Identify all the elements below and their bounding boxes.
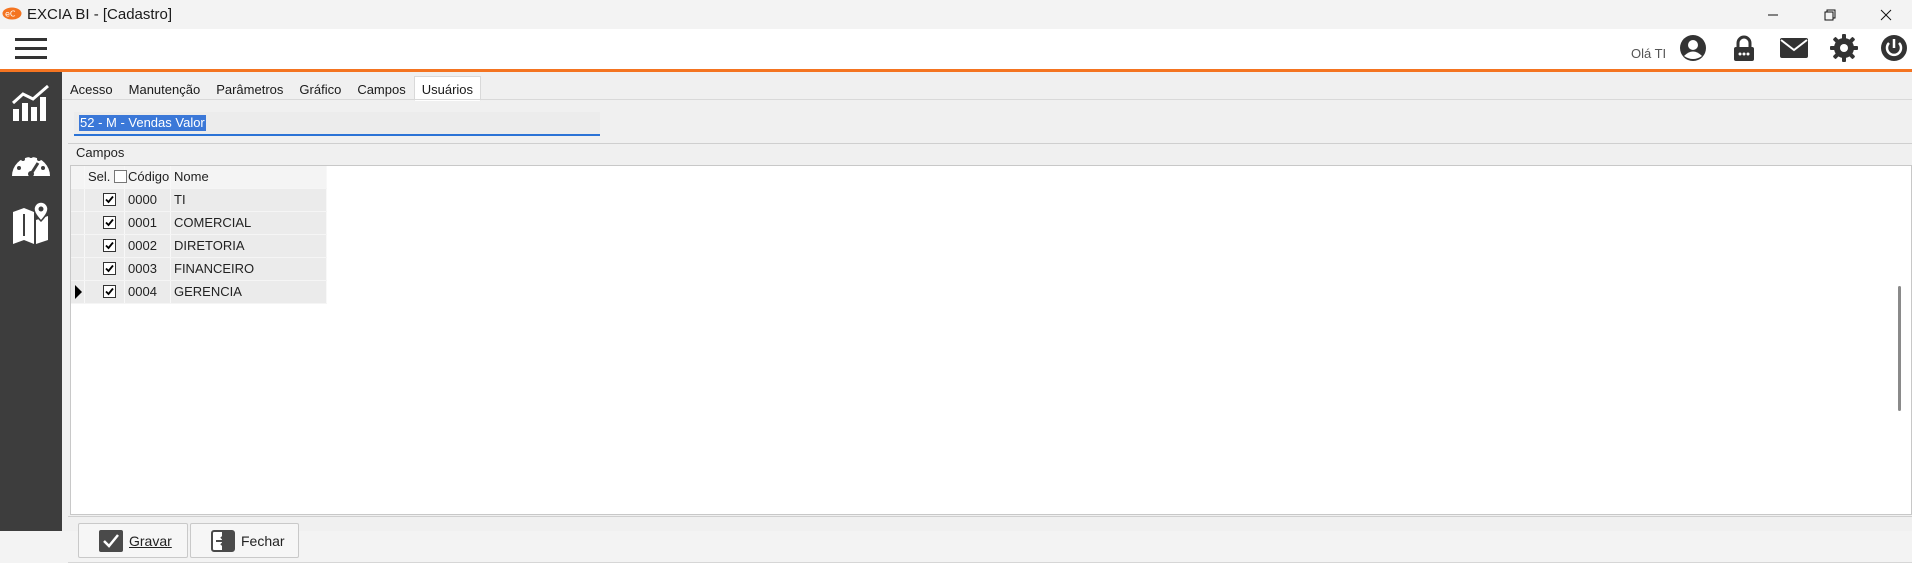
- row-indicator: [71, 235, 85, 257]
- checkmark-icon: [105, 195, 114, 204]
- hamburger-menu-icon[interactable]: [13, 35, 49, 63]
- window-titlebar: eC EXCIA BI - [Cadastro]: [0, 0, 1912, 29]
- row-select-cell: [85, 281, 125, 303]
- map-icon: [13, 201, 49, 244]
- table-row[interactable]: 0003 FINANCEIRO: [71, 258, 327, 281]
- row-code: 0001: [125, 212, 171, 234]
- table-row[interactable]: 0001 COMERCIAL: [71, 212, 327, 235]
- row-name: DIRETORIA: [171, 235, 327, 257]
- minimize-icon: [1768, 14, 1778, 15]
- tab-parametros[interactable]: Parâmetros: [208, 76, 291, 101]
- user-greeting: Olá TI: [1631, 46, 1667, 61]
- close-label: Fechar: [241, 532, 285, 549]
- main-panel: Acesso Manutenção Parâmetros Gráfico Cam…: [62, 72, 1912, 563]
- checkmark-icon: [105, 218, 114, 227]
- tab-acesso[interactable]: Acesso: [62, 76, 121, 101]
- section-label: Campos: [76, 145, 125, 160]
- power-icon: [1881, 35, 1907, 61]
- row-checkbox[interactable]: [103, 193, 116, 206]
- restore-icon: [1824, 9, 1836, 20]
- checkmark-icon: [105, 264, 114, 273]
- row-code: 0002: [125, 235, 171, 257]
- row-name: TI: [171, 189, 327, 211]
- users-grid: Sel. Código Nome 0000 TI 0001 COMERCIAL …: [71, 166, 327, 304]
- user-profile-button[interactable]: [1678, 33, 1708, 63]
- messages-button[interactable]: [1779, 33, 1809, 63]
- report-name-value: 52 - M - Vendas Valor: [79, 115, 206, 131]
- current-row-arrow-icon: [75, 285, 82, 299]
- close-button[interactable]: Fechar: [190, 523, 299, 558]
- tab-campos[interactable]: Campos: [349, 76, 413, 101]
- row-name: COMERCIAL: [171, 212, 327, 234]
- grid-header-indicator: [71, 166, 85, 188]
- row-code: 0000: [125, 189, 171, 211]
- lock-icon: [1734, 35, 1754, 61]
- column-header-sel: Sel.: [88, 169, 111, 184]
- save-label: Gravar: [129, 532, 172, 549]
- analytics-icon: [11, 84, 49, 121]
- mail-icon: [1780, 38, 1808, 58]
- window-title: EXCIA BI - [Cadastro]: [27, 6, 173, 23]
- gear-icon: [1830, 34, 1858, 62]
- minimize-button[interactable]: [1750, 0, 1796, 29]
- row-name: GERENCIA: [171, 281, 327, 303]
- checkmark-icon: [105, 241, 114, 250]
- table-row[interactable]: 0002 DIRETORIA: [71, 235, 327, 258]
- app-header: Olá TI: [0, 29, 1912, 72]
- row-checkbox[interactable]: [103, 239, 116, 252]
- dashboard-gauge-icon: [12, 154, 50, 177]
- row-indicator: [71, 258, 85, 280]
- row-indicator: [71, 189, 85, 211]
- tab-divider: [62, 99, 1912, 100]
- users-grid-panel: Sel. Código Nome 0000 TI 0001 COMERCIAL …: [70, 165, 1912, 515]
- user-icon: [1680, 35, 1706, 61]
- column-header-name: Nome: [171, 166, 327, 188]
- sidebar-item-dashboard[interactable]: [8, 140, 54, 186]
- row-checkbox[interactable]: [103, 216, 116, 229]
- grid-header-sel: Sel.: [85, 166, 127, 188]
- save-button[interactable]: Gravar: [78, 523, 188, 558]
- row-indicator: [71, 212, 85, 234]
- report-name-field[interactable]: 52 - M - Vendas Valor: [74, 112, 600, 136]
- table-row[interactable]: 0004 GERENCIA: [71, 281, 327, 304]
- tab-manutencao[interactable]: Manutenção: [121, 76, 209, 101]
- row-select-cell: [85, 258, 125, 280]
- row-select-cell: [85, 189, 125, 211]
- row-select-cell: [85, 235, 125, 257]
- grid-header-row: Sel. Código Nome: [71, 166, 327, 189]
- row-name: FINANCEIRO: [171, 258, 327, 280]
- section-divider: [68, 143, 1912, 144]
- row-indicator: [71, 281, 85, 303]
- close-window-button[interactable]: [1863, 0, 1909, 29]
- row-code: 0004: [125, 281, 171, 303]
- row-checkbox[interactable]: [103, 285, 116, 298]
- sidebar: [0, 72, 62, 531]
- sidebar-item-analytics[interactable]: [8, 80, 54, 126]
- column-header-code: Código: [125, 166, 171, 188]
- row-select-cell: [85, 212, 125, 234]
- svg-text:eC: eC: [5, 10, 16, 19]
- checkmark-icon: [105, 287, 114, 296]
- restore-button[interactable]: [1807, 0, 1853, 29]
- sidebar-item-map[interactable]: [8, 200, 54, 246]
- check-icon: [99, 529, 123, 552]
- lock-button[interactable]: [1729, 33, 1759, 63]
- buttons-divider: [68, 516, 1912, 517]
- table-row[interactable]: 0000 TI: [71, 189, 327, 212]
- tab-grafico[interactable]: Gráfico: [291, 76, 349, 101]
- close-icon: [1880, 9, 1892, 20]
- app-logo-icon: eC: [2, 7, 22, 20]
- settings-button[interactable]: [1829, 33, 1859, 63]
- row-checkbox[interactable]: [103, 262, 116, 275]
- exit-icon: [211, 529, 235, 552]
- vertical-scrollbar[interactable]: [1898, 286, 1901, 411]
- logout-button[interactable]: [1879, 33, 1909, 63]
- tab-strip: Acesso Manutenção Parâmetros Gráfico Cam…: [62, 76, 482, 101]
- row-code: 0003: [125, 258, 171, 280]
- tab-usuarios[interactable]: Usuários: [413, 76, 482, 101]
